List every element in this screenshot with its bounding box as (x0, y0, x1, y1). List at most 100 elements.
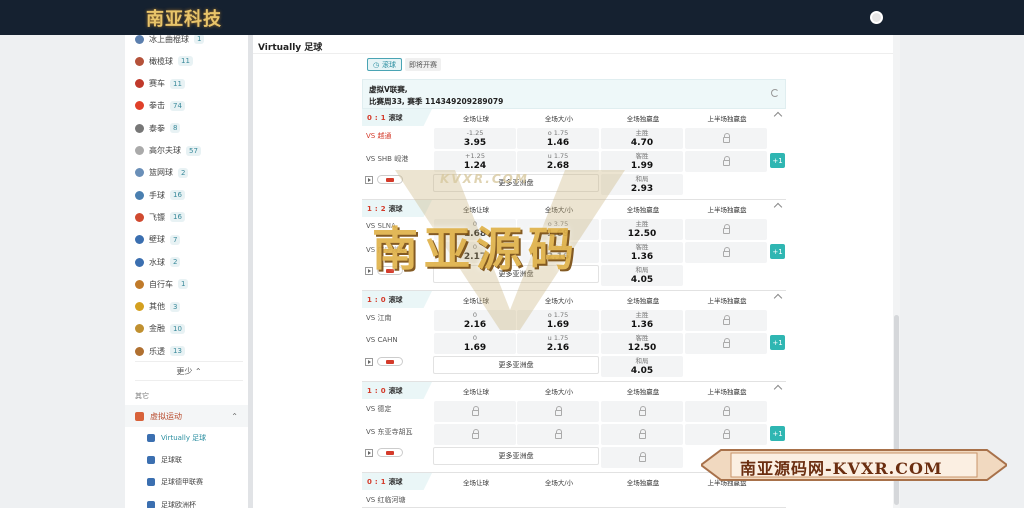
play-icon[interactable] (365, 449, 373, 457)
score-home: 0 (367, 477, 372, 486)
odds-cell-locked[interactable] (685, 128, 767, 149)
virtual-sports-menu[interactable]: 虚拟运动 ⌃ (125, 405, 248, 427)
score-tag: 0:1 滚球 (362, 109, 432, 126)
live-stream-icon[interactable] (377, 357, 403, 366)
chevron-up-icon[interactable] (773, 384, 783, 394)
expand-more-markets-button[interactable]: +1 (770, 153, 785, 168)
lock-icon (638, 429, 646, 439)
odds-cell-locked[interactable] (685, 310, 767, 331)
sidebar-item-label: 乐透 (149, 346, 165, 356)
sidebar-item-label: 金融 (149, 324, 165, 334)
sidebar-item-count: 7 (170, 234, 181, 245)
lock-icon (471, 429, 479, 439)
sidebar-item[interactable]: 飞镖 16 (135, 209, 185, 225)
odds-cell[interactable] (434, 401, 516, 422)
sidebar-item[interactable]: 乐透 13 (135, 343, 185, 359)
live-stream-icon[interactable] (377, 448, 403, 457)
odds-cell[interactable] (601, 401, 683, 422)
sub-item-virtual-football[interactable]: Virtually 足球 (147, 431, 206, 445)
odds-value: 1.69 (463, 343, 487, 353)
odds-cell-locked[interactable] (685, 333, 767, 354)
watermark-logo-text: 南亚源码 (372, 222, 580, 276)
sidebar-item[interactable]: 壁球 7 (135, 232, 181, 248)
odds-cell-locked[interactable] (685, 424, 767, 445)
refresh-icon[interactable] (771, 89, 779, 97)
sidebar-item-count: 11 (170, 78, 185, 89)
odds-cell-locked[interactable] (685, 151, 767, 172)
expand-more-markets-button[interactable]: +1 (770, 335, 785, 350)
odds-value: 2.16 (546, 343, 570, 353)
odds-line: o 1.75 (547, 129, 569, 137)
sport-icon (135, 168, 144, 178)
expand-more-markets-button[interactable]: +1 (770, 244, 785, 259)
sub-item-football-league[interactable]: 足球联 (147, 453, 182, 467)
sidebar-item[interactable]: 赛车 11 (135, 76, 185, 92)
sidebar-item-count: 16 (170, 190, 185, 201)
odds-line: 和局 (635, 357, 649, 365)
tab-upcoming[interactable]: 即将开赛 (405, 58, 441, 71)
odds-value: 1.46 (546, 138, 570, 148)
play-icon[interactable] (365, 176, 373, 184)
match-header: 1:0 滚球 全场让球 全场大/小 全场独赢盘 上半场独赢盘 (362, 382, 786, 399)
expand-more-markets-button[interactable]: +1 (770, 426, 785, 441)
odds-value: 4.05 (630, 366, 654, 376)
sub-item-euro-cup[interactable]: 足球欧洲杯 (147, 498, 196, 508)
score-away: 0 (380, 295, 386, 304)
column-header: 全场独赢盘 (626, 115, 660, 123)
odds-cell[interactable]: u 1.75 2.16 (517, 333, 599, 354)
sidebar-item[interactable]: 高尔夫球 57 (135, 143, 201, 159)
chevron-up-icon[interactable] (773, 293, 783, 303)
chevron-up-icon[interactable] (773, 111, 783, 121)
lock-icon (722, 406, 730, 416)
sidebar-item[interactable]: 冰上曲棍球 1 (135, 35, 205, 47)
sidebar-item[interactable]: 篮网球 2 (135, 165, 189, 181)
odds-cell[interactable] (434, 424, 516, 445)
odds-cell[interactable]: 0 1.69 (434, 333, 516, 354)
odds-cell[interactable] (601, 424, 683, 445)
sidebar-item-label: 飞镖 (149, 212, 165, 222)
odds-cell[interactable] (517, 424, 599, 445)
league-name: 虚拟V联赛, (369, 85, 408, 94)
sidebar-item-count: 2 (170, 257, 181, 267)
more-asian-lines-button[interactable]: 更多亚洲盘 (433, 447, 599, 465)
odds-cell-locked[interactable] (685, 401, 767, 422)
score-home: 1 (367, 295, 372, 304)
odds-cell-locked[interactable] (685, 242, 767, 263)
odds-cell-locked[interactable] (601, 447, 683, 468)
more-asian-lines-button[interactable]: 更多亚洲盘 (433, 356, 599, 374)
odds-cell-locked[interactable] (685, 219, 767, 240)
column-header: 全场大/小 (544, 388, 574, 396)
odds-cell[interactable]: 主胜 4.70 (601, 128, 683, 149)
sidebar-item[interactable]: 泰拳 8 (135, 120, 181, 136)
show-less-button[interactable]: 更少 ⌃ (135, 361, 243, 381)
football-icon (147, 478, 155, 486)
chevron-up-icon[interactable] (773, 202, 783, 212)
odds-cell[interactable] (517, 401, 599, 422)
sidebar-item[interactable]: 拳击 74 (135, 98, 185, 114)
main-scrollbar[interactable] (893, 35, 900, 508)
site-logo[interactable]: 南亚科技 (146, 5, 222, 31)
sub-item-bundesliga[interactable]: 足球德甲联赛 (147, 475, 203, 489)
score-away: 2 (380, 204, 386, 213)
odds-line: 客胜 (635, 334, 649, 342)
page-title: Virtually 足球 (258, 43, 323, 53)
sport-icon (135, 190, 144, 200)
odds-cell[interactable]: 客胜 12.50 (601, 333, 683, 354)
user-avatar-icon[interactable] (870, 11, 883, 24)
sidebar-item[interactable]: 手球 16 (135, 187, 185, 203)
sidebar-item[interactable]: 水球 2 (135, 254, 181, 270)
sidebar-item[interactable]: 其他 3 (135, 299, 181, 315)
lock-icon (722, 429, 730, 439)
sidebar-item[interactable]: 橄榄球 11 (135, 53, 193, 69)
odds-cell[interactable]: 和局 4.05 (601, 356, 683, 377)
sidebar-item-label: 手球 (149, 190, 165, 200)
sidebar-item[interactable]: 自行车 1 (135, 276, 189, 292)
play-icon[interactable] (365, 358, 373, 366)
tab-live[interactable]: ◷ 滚球 (367, 58, 402, 71)
odds-line: -1.25 (466, 129, 484, 137)
odds-cell[interactable]: -1.25 3.95 (434, 128, 516, 149)
sidebar-item-label: 水球 (149, 257, 165, 267)
odds-cell[interactable]: o 1.75 1.46 (517, 128, 599, 149)
sidebar-item[interactable]: 金融 10 (135, 321, 185, 337)
match-header: 0:1 滚球 全场让球 全场大/小 全场独赢盘 上半场独赢盘 (362, 109, 786, 126)
